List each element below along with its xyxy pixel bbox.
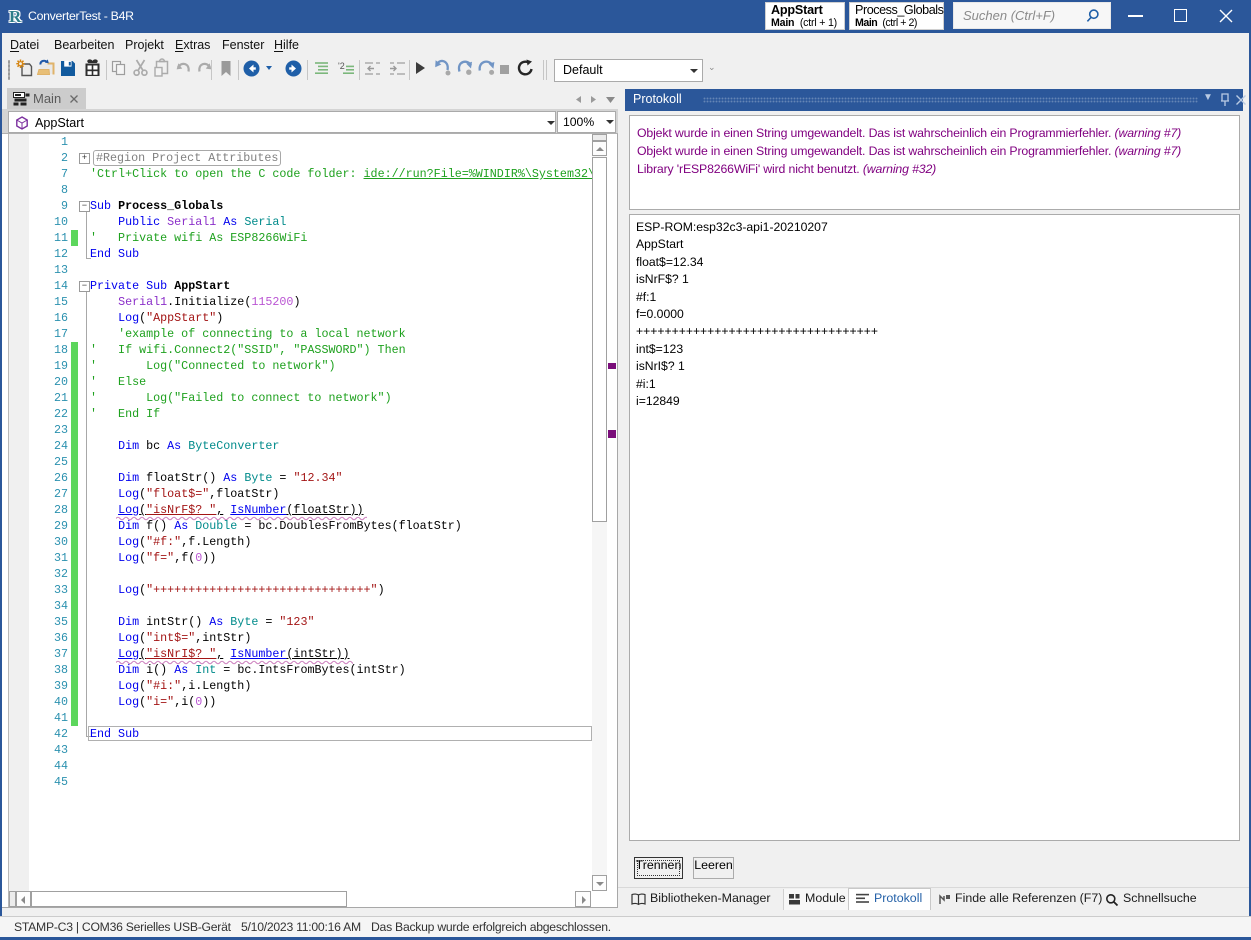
svg-text:'2: '2 [338, 61, 345, 71]
